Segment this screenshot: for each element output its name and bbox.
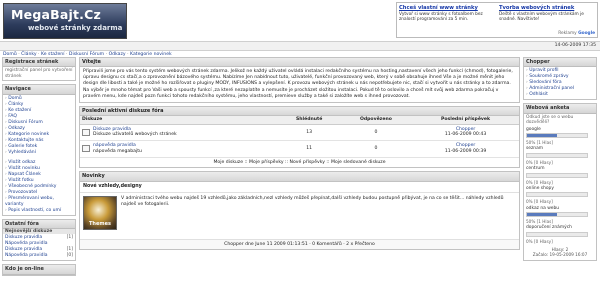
navigation-title: Navigace (3, 85, 75, 95)
nav-item-redirect[interactable]: Přesměrovaní webu, varianty (5, 196, 73, 208)
online-box: Kdo je on-line (2, 264, 76, 276)
col-discussion: Diskuze (80, 115, 279, 125)
forum-thread-row[interactable]: Nápověda pravidla [0] (5, 253, 73, 259)
site-header: MegaBajt.Cz webové stránky zdarma Chceš … (0, 0, 600, 40)
ad-1[interactable]: Chceš vlastní www stránky Vytvoř si www … (399, 5, 493, 22)
welcome-panel: Vítejte Připravili jsme pro vás tento sy… (79, 57, 520, 103)
forum-table: Diskuze Shlédnuté Odpovězeno Poslední př… (80, 115, 519, 158)
navigation-box: Navigace Domů Články Ke stažení FAQ Disk… (2, 84, 76, 216)
thread-replies: 0 (339, 124, 413, 142)
poll-votes-total: Hlasy: 2 (551, 247, 569, 252)
ad-2[interactable]: Tvorba webových stránek Deště s vlastním… (499, 5, 593, 22)
poll-option-bar (526, 212, 588, 217)
left-sidebar: Registrace stránek registrační panel pro… (2, 57, 76, 279)
news-item-body: Themes V administraci tvého webu najdeš … (80, 193, 519, 239)
col-views: Shlédnuté (278, 115, 340, 125)
thread-icon (82, 128, 90, 136)
col-last-post: Poslední příspěvek (412, 115, 519, 125)
news-item-footer[interactable]: Chopper dne June 11 2009 01:13:51 · 0 Ko… (80, 238, 519, 250)
col-replies: Odpovězeno (339, 115, 413, 125)
poll-title: Webová anketa (524, 104, 596, 114)
forum-quick-links[interactable]: Moje diskuze :: Moje příspěvky :: Nové p… (80, 158, 519, 168)
user-box-title: Chopper (524, 58, 596, 68)
table-row: nápověda pravidla nápověda megabajtu 11 0… (80, 140, 519, 158)
nav-item-features[interactable]: Popis vlastností, co umí (5, 208, 73, 214)
thread-replies: 0 (339, 140, 413, 158)
thread-desc: Diskuze uživatelů webových stránek (93, 132, 177, 138)
welcome-text: Připravili jsme pro vás tento systém web… (83, 69, 513, 99)
thread-desc: nápověda megabajtu (93, 148, 142, 154)
poll-option-bar (526, 192, 588, 198)
news-item-text: V administraci tvého webu najdeš 19 vzhl… (121, 195, 504, 207)
poll-box: Webová anketa Odkud jste se o webu dozvě… (523, 103, 597, 261)
forum-activity-title: Poslední aktivní diskuze fóra (80, 106, 519, 116)
thread-icon (82, 145, 90, 153)
poll-option-name: odkaz na webu (526, 205, 560, 211)
site-logo[interactable]: MegaBajt.Cz webové stránky zdarma (3, 3, 127, 39)
right-sidebar: Chopper Upravit profil Soukromé zprávy S… (523, 57, 597, 264)
poll-option-bar (526, 152, 588, 158)
logo-subtitle: webové stránky zdarma (28, 24, 123, 32)
table-row: Diskuze pravidla Diskuze uživatelů webový… (80, 124, 519, 142)
user-box: Chopper Upravit profil Soukromé zprávy S… (523, 57, 597, 101)
themes-image: Themes (83, 195, 117, 230)
poll-option-name: online shopy (526, 185, 554, 191)
online-title: Kdo je on-line (3, 265, 75, 275)
poll-option-bar-fill (527, 134, 557, 137)
top-bar: 14-06-2009 17:35 (0, 41, 600, 51)
poll-footer: Hlasy: 2 Začalo: 19-05-2009 16:07 (524, 245, 596, 260)
register-note[interactable]: registrační panel pro vytvoření stránek (3, 67, 75, 80)
last-post-user[interactable]: Chopper (456, 143, 475, 148)
poll-option-bar (526, 231, 588, 237)
thread-views: 13 (278, 124, 340, 142)
google-ad-box: Chceš vlastní www stránky Vytvoř si www … (396, 2, 598, 38)
forum-activity-panel: Poslední aktivní diskuze fóra Diskuze Sh… (79, 105, 520, 169)
last-post-date: 11-06-2009 00:43 (444, 132, 487, 138)
forum-thread-count: [1] (66, 235, 73, 241)
poll-option-name: google (526, 126, 541, 132)
welcome-title: Vítejte (80, 58, 519, 68)
google-label: Google (578, 30, 595, 36)
poll-option-bar (526, 172, 588, 178)
forum-box-title: Ostatní fóra (3, 219, 75, 229)
news-item-title[interactable]: Nové vzhledy,designy (80, 182, 519, 193)
forum-box: Ostatní fóra Nejnovější diskuze Diskuze … (2, 218, 76, 262)
ad-2-text: Deště s vlastním webovým stránkám je sna… (499, 11, 584, 22)
main-content: Vítejte Připravili jsme pro vás tento sy… (79, 57, 520, 253)
poll-question: Odkud jste se o webu dozvěděli? (526, 114, 574, 126)
forum-thread-count: [0] (66, 253, 73, 259)
last-post-user[interactable]: Chopper (456, 127, 475, 132)
poll-started: Začalo: 19-05-2009 16:07 (532, 252, 588, 258)
ads-by-label: Reklamy (558, 30, 577, 36)
poll-option-bar-fill (527, 213, 557, 216)
last-post-date: 11-06-2009 00:39 (444, 148, 487, 154)
ads-by-google[interactable]: Reklamy Google (558, 31, 595, 36)
poll-options: google 50% [1 Hlas] seznam 0% [0 Hlasy] cent… (524, 127, 596, 246)
poll-option-name: centrum (526, 166, 545, 171)
register-title: Registrace stránek (3, 58, 75, 68)
thread-link[interactable]: nápověda pravidla (93, 143, 136, 148)
forum-table-header: Diskuze Shlédnuté Odpovězeno Poslední př… (80, 115, 519, 125)
forum-thread-link[interactable]: Nápověda pravidla (5, 253, 47, 259)
register-box: Registrace stránek registrační panel pro… (2, 57, 76, 82)
thread-link[interactable]: Diskuze pravidla (93, 127, 131, 132)
ad-1-text: Vytvoř si www stránky s fotoalbem bez zn… (399, 11, 483, 22)
poll-option-name: seznam (526, 146, 544, 152)
poll-option-name: doporučení známých (526, 225, 572, 231)
poll-option-bar (526, 133, 588, 138)
user-logout[interactable]: Odhlásit (526, 92, 594, 98)
themes-image-label: Themes (89, 221, 111, 228)
logo-title: MegaBajt.Cz (11, 7, 101, 22)
news-panel: Novinky Nové vzhledy,designy Themes V ad… (79, 171, 520, 251)
news-panel-title: Novinky (80, 172, 519, 182)
thread-views: 11 (278, 140, 340, 158)
current-date: 14-06-2009 17:35 (554, 43, 596, 48)
